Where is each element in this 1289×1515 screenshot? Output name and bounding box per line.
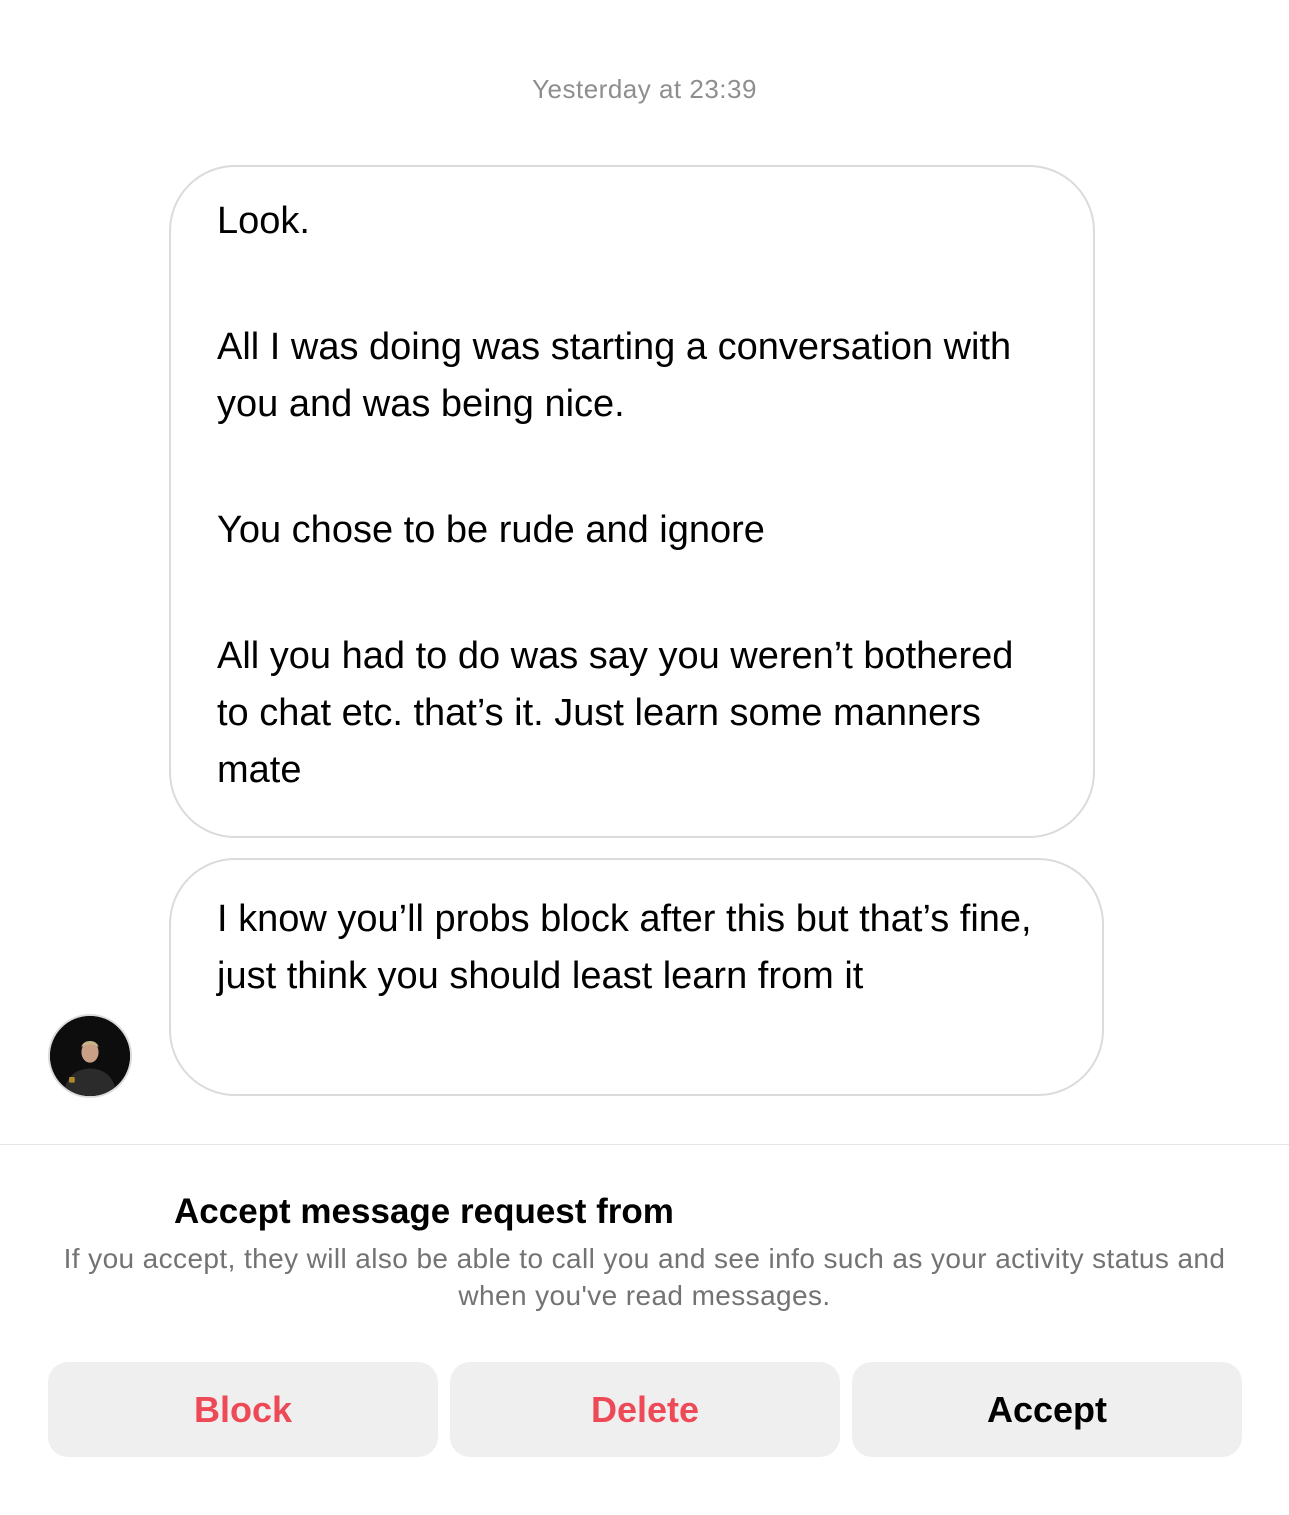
delete-button[interactable]: Delete (450, 1362, 840, 1457)
message-text: Look. (217, 200, 310, 242)
message-timestamp: Yesterday at 23:39 (532, 74, 757, 104)
message-text: You chose to be rude and ignore (217, 509, 765, 551)
person-icon (50, 1016, 130, 1096)
block-button[interactable]: Block (48, 1362, 438, 1457)
message-text: I know you’ll probs block after this but… (217, 898, 1032, 997)
section-divider (0, 1144, 1289, 1145)
request-info: If you accept, they will also be able to… (63, 1243, 1226, 1311)
message-bubble[interactable]: Look. All I was doing was starting a con… (169, 165, 1095, 838)
message-text: All I was doing was starting a conversat… (217, 326, 1012, 425)
message-bubble[interactable]: I know you’ll probs block after this but… (169, 858, 1104, 1096)
message-text: All you had to do was say you weren’t bo… (217, 635, 1014, 791)
accept-button[interactable]: Accept (852, 1362, 1242, 1457)
request-title: Accept message request from (174, 1192, 674, 1231)
sender-avatar[interactable] (48, 1014, 132, 1098)
